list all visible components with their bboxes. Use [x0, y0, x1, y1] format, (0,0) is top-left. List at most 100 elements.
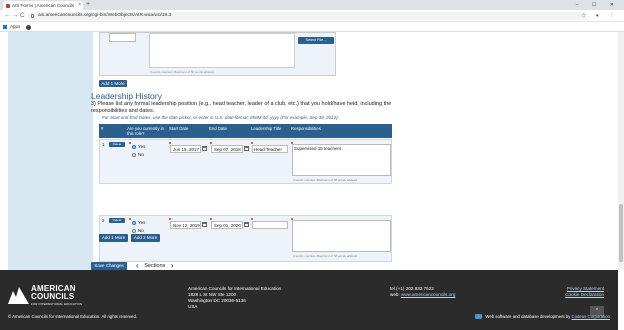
radio-icon — [132, 228, 136, 233]
country: USA — [188, 304, 198, 309]
radio-yes-label: Yes — [138, 220, 146, 225]
end-date-input[interactable]: Sep 01, 2020 — [211, 221, 243, 229]
table-header: # Are you currently in this role? Start … — [99, 124, 392, 138]
dev-text: Web software and database development by — [485, 314, 571, 319]
required-marker — [129, 218, 131, 220]
reload-icon[interactable]: C — [20, 10, 25, 22]
col-number: # — [101, 126, 104, 131]
col-start: Start Date — [169, 126, 189, 131]
required-marker — [251, 218, 253, 220]
row-number: 2 — [102, 218, 105, 223]
browser-toolbar: ← → C ais.americancouncils.org/cgi-bin/W… — [0, 10, 624, 22]
previous-textarea[interactable] — [149, 33, 295, 68]
col-responsibilities: Responsibilities — [291, 126, 321, 131]
start-date-input[interactable]: Nov 12, 2019 — [170, 221, 201, 229]
favicon-icon — [6, 3, 10, 8]
save-changes-button[interactable]: Save Changes — [91, 262, 127, 270]
codeus-logo-icon — [475, 314, 483, 320]
calendar-icon[interactable] — [244, 222, 249, 227]
col-current: Are you currently in this role? — [127, 126, 165, 136]
sections-label[interactable]: Sections — [144, 263, 165, 269]
radio-no-label: No — [138, 152, 144, 157]
table-row: 1 Delete Yes No Jun 15, 2017 Sep 07, 201… — [99, 139, 392, 184]
website-link[interactable]: www.americancouncils.org — [401, 292, 455, 297]
address-block: American Councils for International Educ… — [188, 286, 281, 310]
add-1-more-button-previous[interactable]: Add 1 More — [99, 80, 127, 87]
required-marker — [210, 142, 212, 144]
page-content: 0 words counted. Maximum of 50 words all… — [0, 32, 618, 270]
radio-yes[interactable]: Yes — [132, 144, 145, 149]
url-text: ais.americancouncils.org/cgi-bin/WebObje… — [38, 13, 172, 18]
browser-tab[interactable]: AIS Forms | American Councils × — [3, 1, 83, 10]
browser-tab-bar: AIS Forms | American Councils × + – ☐ ✕ — [0, 0, 624, 10]
radio-no[interactable]: No — [132, 152, 144, 157]
col-end: End Date — [209, 126, 227, 131]
required-marker — [210, 218, 212, 220]
codeus-link[interactable]: Codeus Corporation — [572, 314, 610, 319]
american-councils-logo-icon[interactable] — [8, 287, 29, 304]
required-marker — [169, 218, 171, 220]
window-controls[interactable]: – ☐ ✕ — [576, 0, 620, 10]
start-date-input[interactable]: Jun 15, 2017 — [170, 145, 201, 153]
required-marker — [251, 142, 253, 144]
leadership-title-input[interactable]: Head Teacher — [252, 145, 288, 153]
responsibilities-textarea[interactable]: Supervised 15 teachers — [292, 144, 391, 176]
calendar-icon[interactable] — [202, 146, 207, 151]
responsibilities-textarea[interactable] — [292, 220, 391, 252]
new-tab-button[interactable]: + — [86, 0, 90, 10]
contact-block: tel (+1) 202.833.7522 web: www.americanc… — [390, 286, 455, 298]
radio-no-label: No — [138, 228, 144, 233]
logo-text-councils: COUNCILS — [31, 292, 75, 301]
radio-icon — [132, 220, 136, 225]
leadership-title-input[interactable] — [252, 221, 288, 229]
delete-button[interactable]: Delete — [109, 142, 125, 147]
bookmarks-bar: Apps — [0, 22, 624, 32]
previous-select[interactable] — [109, 33, 136, 42]
developer-credit: Web software and database development by… — [475, 314, 610, 320]
chevron-right-icon[interactable]: › — [171, 261, 174, 270]
footer: AMERICAN COUNCILS FOR INTERNATIONAL EDUC… — [0, 270, 618, 330]
forward-icon[interactable]: → — [12, 10, 19, 22]
page-scrollbar[interactable] — [618, 32, 624, 270]
copyright: © American Councils for International Ed… — [8, 314, 138, 319]
add-2-more-button[interactable]: Add 2 More — [131, 234, 160, 242]
radio-icon — [132, 144, 136, 149]
date-hint: For Start and End Dates, use the date pi… — [102, 115, 339, 120]
end-date-input[interactable]: Sep 07, 2018 — [211, 145, 243, 153]
question-text: 3) Please list any formal leadership pos… — [91, 101, 392, 114]
legal-links: Privacy Statement Cookie Declaration — [565, 286, 604, 298]
apps-grid-icon[interactable] — [3, 25, 7, 29]
tab-title: AIS Forms | American Councils — [12, 3, 75, 8]
select-file-button[interactable]: Select File... — [298, 37, 334, 44]
word-count: 0 words counted. Maximum of 50 words all… — [293, 254, 358, 258]
radio-icon — [132, 152, 136, 157]
radio-yes-label: Yes — [138, 144, 146, 149]
cookie-link[interactable]: Cookie Declaration — [565, 292, 604, 297]
lock-icon — [31, 14, 34, 18]
previous-section-row: 0 words counted. Maximum of 50 words all… — [99, 32, 336, 76]
privacy-link[interactable]: Privacy Statement — [567, 286, 604, 291]
word-count: 0 words counted. Maximum of 50 words all… — [150, 70, 215, 74]
bookmark-icon[interactable] — [26, 24, 31, 30]
chevron-left-icon[interactable]: ‹ — [136, 261, 139, 270]
required-marker — [129, 142, 131, 144]
calendar-icon[interactable] — [244, 146, 249, 151]
logo-tagline: FOR INTERNATIONAL EDUCATION — [31, 302, 83, 306]
word-count: 3 words counted. Maximum of 50 words all… — [293, 178, 358, 182]
section-heading: Leadership History — [91, 91, 162, 101]
radio-yes[interactable]: Yes — [132, 220, 145, 225]
radio-no[interactable]: No — [132, 228, 144, 233]
scrollbar-thumb[interactable] — [619, 204, 623, 262]
left-panel — [8, 32, 93, 270]
required-marker — [169, 142, 171, 144]
close-tab-icon[interactable]: × — [78, 1, 81, 10]
web-label: web: — [390, 292, 400, 297]
toolbar-icons[interactable]: ☆ ● ⋮ — [581, 10, 618, 22]
delete-button[interactable]: Delete — [109, 218, 125, 223]
back-icon[interactable]: ← — [4, 10, 11, 22]
apps-label[interactable]: Apps — [10, 22, 20, 32]
calendar-icon[interactable] — [202, 222, 207, 227]
address-bar[interactable]: ais.americancouncils.org/cgi-bin/WebObje… — [28, 12, 588, 20]
col-title: Leadership Title — [251, 126, 282, 131]
add-1-more-button[interactable]: Add 1 More — [99, 234, 128, 242]
